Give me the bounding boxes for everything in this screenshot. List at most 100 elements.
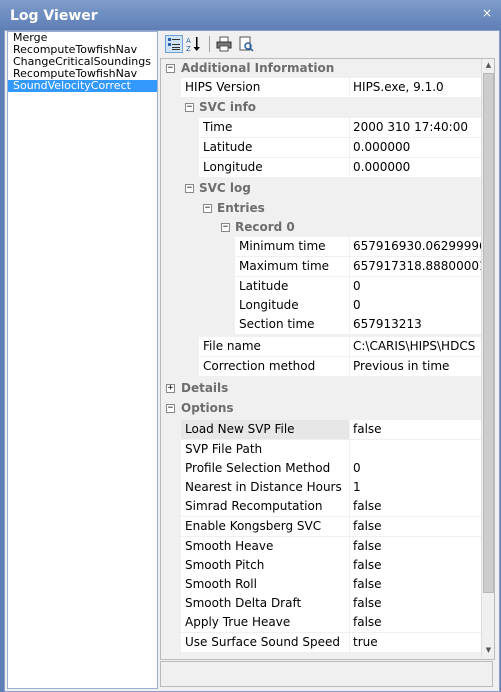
property-value[interactable]: 0.000000 [349, 138, 481, 157]
category-label: SVC info [199, 100, 257, 114]
property-value[interactable]: 1 [349, 478, 481, 497]
property-row[interactable]: File name C:\CARIS\HIPS\HDCS [161, 337, 481, 356]
property-row[interactable]: Smooth Heave false [161, 537, 481, 556]
process-list[interactable]: Merge RecomputeTowfishNav ChangeCritical… [7, 31, 158, 689]
property-value[interactable]: false [349, 594, 481, 613]
property-value[interactable]: false [349, 420, 481, 439]
property-row[interactable]: Smooth Roll false [161, 575, 481, 594]
property-row[interactable]: Correction method Previous in time [161, 357, 481, 376]
category-row[interactable]: − Additional Information [161, 59, 481, 78]
property-row[interactable]: Load New SVP File false [161, 420, 481, 439]
property-value[interactable]: 657917318.88800001 [349, 257, 481, 276]
property-value[interactable]: true [349, 633, 481, 652]
property-value[interactable]: Previous in time [349, 357, 481, 376]
property-name: Longitude [199, 158, 349, 177]
property-name: Load New SVP File [181, 420, 349, 439]
property-value[interactable]: C:\CARIS\HIPS\HDCS [349, 337, 481, 356]
property-value[interactable]: 0.000000 [349, 158, 481, 177]
property-value[interactable]: 657913213 [349, 315, 481, 334]
property-name: Profile Selection Method [181, 459, 349, 478]
property-name: SVP File Path [181, 440, 349, 459]
property-grid[interactable]: − Additional Information HIPS Version HI… [160, 58, 495, 660]
property-value[interactable]: false [349, 517, 481, 536]
property-row[interactable]: Longitude 0 [161, 296, 481, 315]
property-value[interactable]: HIPS.exe, 9.1.0 [349, 78, 481, 97]
property-name: Time [199, 118, 349, 137]
property-row[interactable]: Enable Kongsberg SVC false [161, 517, 481, 536]
property-row[interactable]: Latitude 0.000000 [161, 138, 481, 157]
property-name: Longitude [235, 296, 349, 315]
property-value[interactable] [349, 440, 481, 459]
property-toolbar: AZ [161, 31, 495, 57]
property-row[interactable]: Use Surface Sound Speed true [161, 633, 481, 652]
property-name: Minimum time [235, 237, 349, 256]
category-label: Record 0 [235, 220, 295, 234]
category-row[interactable]: − SVC log [161, 179, 481, 198]
collapse-icon[interactable]: − [221, 223, 230, 232]
property-value[interactable]: 657916930.06299996 [349, 237, 481, 256]
property-row[interactable]: Simrad Recomputation false [161, 497, 481, 516]
property-name: Use Surface Sound Speed [181, 633, 349, 652]
property-name: Smooth Roll [181, 575, 349, 594]
category-row[interactable]: − Record 0 [161, 218, 481, 237]
property-row[interactable]: HIPS Version HIPS.exe, 9.1.0 [161, 78, 481, 97]
property-value[interactable]: 0 [349, 277, 481, 296]
property-row[interactable]: Apply True Heave false [161, 613, 481, 632]
property-name: File name [199, 337, 349, 356]
print-preview-icon[interactable] [237, 35, 255, 53]
property-value[interactable]: false [349, 556, 481, 575]
scroll-up-icon[interactable]: ▲ [482, 59, 494, 72]
property-row[interactable]: Smooth Pitch false [161, 556, 481, 575]
property-value[interactable]: 0 [349, 459, 481, 478]
property-row[interactable]: Longitude 0.000000 [161, 158, 481, 177]
category-label: Entries [217, 201, 265, 215]
property-name: Smooth Delta Draft [181, 594, 349, 613]
collapse-icon[interactable]: − [185, 184, 194, 193]
alphabetical-icon[interactable]: AZ [185, 35, 203, 53]
close-icon[interactable]: × [480, 6, 494, 20]
property-row[interactable]: Latitude 0 [161, 277, 481, 296]
property-row[interactable]: Minimum time 657916930.06299996 [161, 237, 481, 256]
collapse-icon[interactable]: − [185, 103, 194, 112]
property-name: Smooth Pitch [181, 556, 349, 575]
property-value[interactable]: false [349, 613, 481, 632]
property-row[interactable]: Maximum time 657917318.88800001 [161, 257, 481, 276]
category-row[interactable]: − Entries [161, 199, 481, 218]
property-value[interactable]: false [349, 497, 481, 516]
property-value[interactable]: 0 [349, 296, 481, 315]
property-value[interactable]: false [349, 575, 481, 594]
expand-icon[interactable]: + [166, 384, 175, 393]
svg-text:Z: Z [186, 45, 191, 53]
scroll-thumb[interactable] [483, 73, 494, 593]
categorized-icon[interactable] [165, 35, 183, 53]
property-row[interactable]: Nearest in Distance Hours 1 [161, 478, 481, 497]
log-viewer-window: Log Viewer × Merge RecomputeTowfishNav C… [0, 0, 501, 692]
category-row[interactable]: + Details [161, 379, 481, 398]
window-title: Log Viewer [10, 8, 98, 24]
property-name: Section time [235, 315, 349, 334]
category-row[interactable]: − Options [161, 399, 481, 418]
list-item-selected[interactable]: SoundVelocityCorrect [8, 80, 157, 92]
property-value[interactable]: false [349, 537, 481, 556]
property-row[interactable]: Section time 657913213 [161, 315, 481, 334]
category-row[interactable]: − SVC info [161, 98, 481, 117]
category-label: SVC log [199, 181, 251, 195]
scroll-down-icon[interactable]: ▼ [482, 644, 494, 657]
property-name: Latitude [199, 138, 349, 157]
vertical-scrollbar[interactable]: ▲ ▼ [481, 59, 494, 657]
category-label: Additional Information [181, 61, 335, 75]
toolbar-separator [209, 36, 210, 52]
property-row[interactable]: Profile Selection Method 0 [161, 459, 481, 478]
window-client-area: Merge RecomputeTowfishNav ChangeCritical… [4, 30, 500, 692]
property-row[interactable]: Smooth Delta Draft false [161, 594, 481, 613]
property-name: Apply True Heave [181, 613, 349, 632]
property-name: Smooth Heave [181, 537, 349, 556]
collapse-icon[interactable]: − [203, 204, 212, 213]
property-row[interactable]: Time 2000 310 17:40:00 [161, 118, 481, 137]
print-icon[interactable] [215, 35, 233, 53]
property-row[interactable]: SVP File Path [161, 440, 481, 459]
collapse-icon[interactable]: − [166, 64, 175, 73]
property-value[interactable]: 2000 310 17:40:00 [349, 118, 481, 137]
collapse-icon[interactable]: − [166, 404, 175, 413]
title-bar[interactable]: Log Viewer × [0, 0, 501, 30]
